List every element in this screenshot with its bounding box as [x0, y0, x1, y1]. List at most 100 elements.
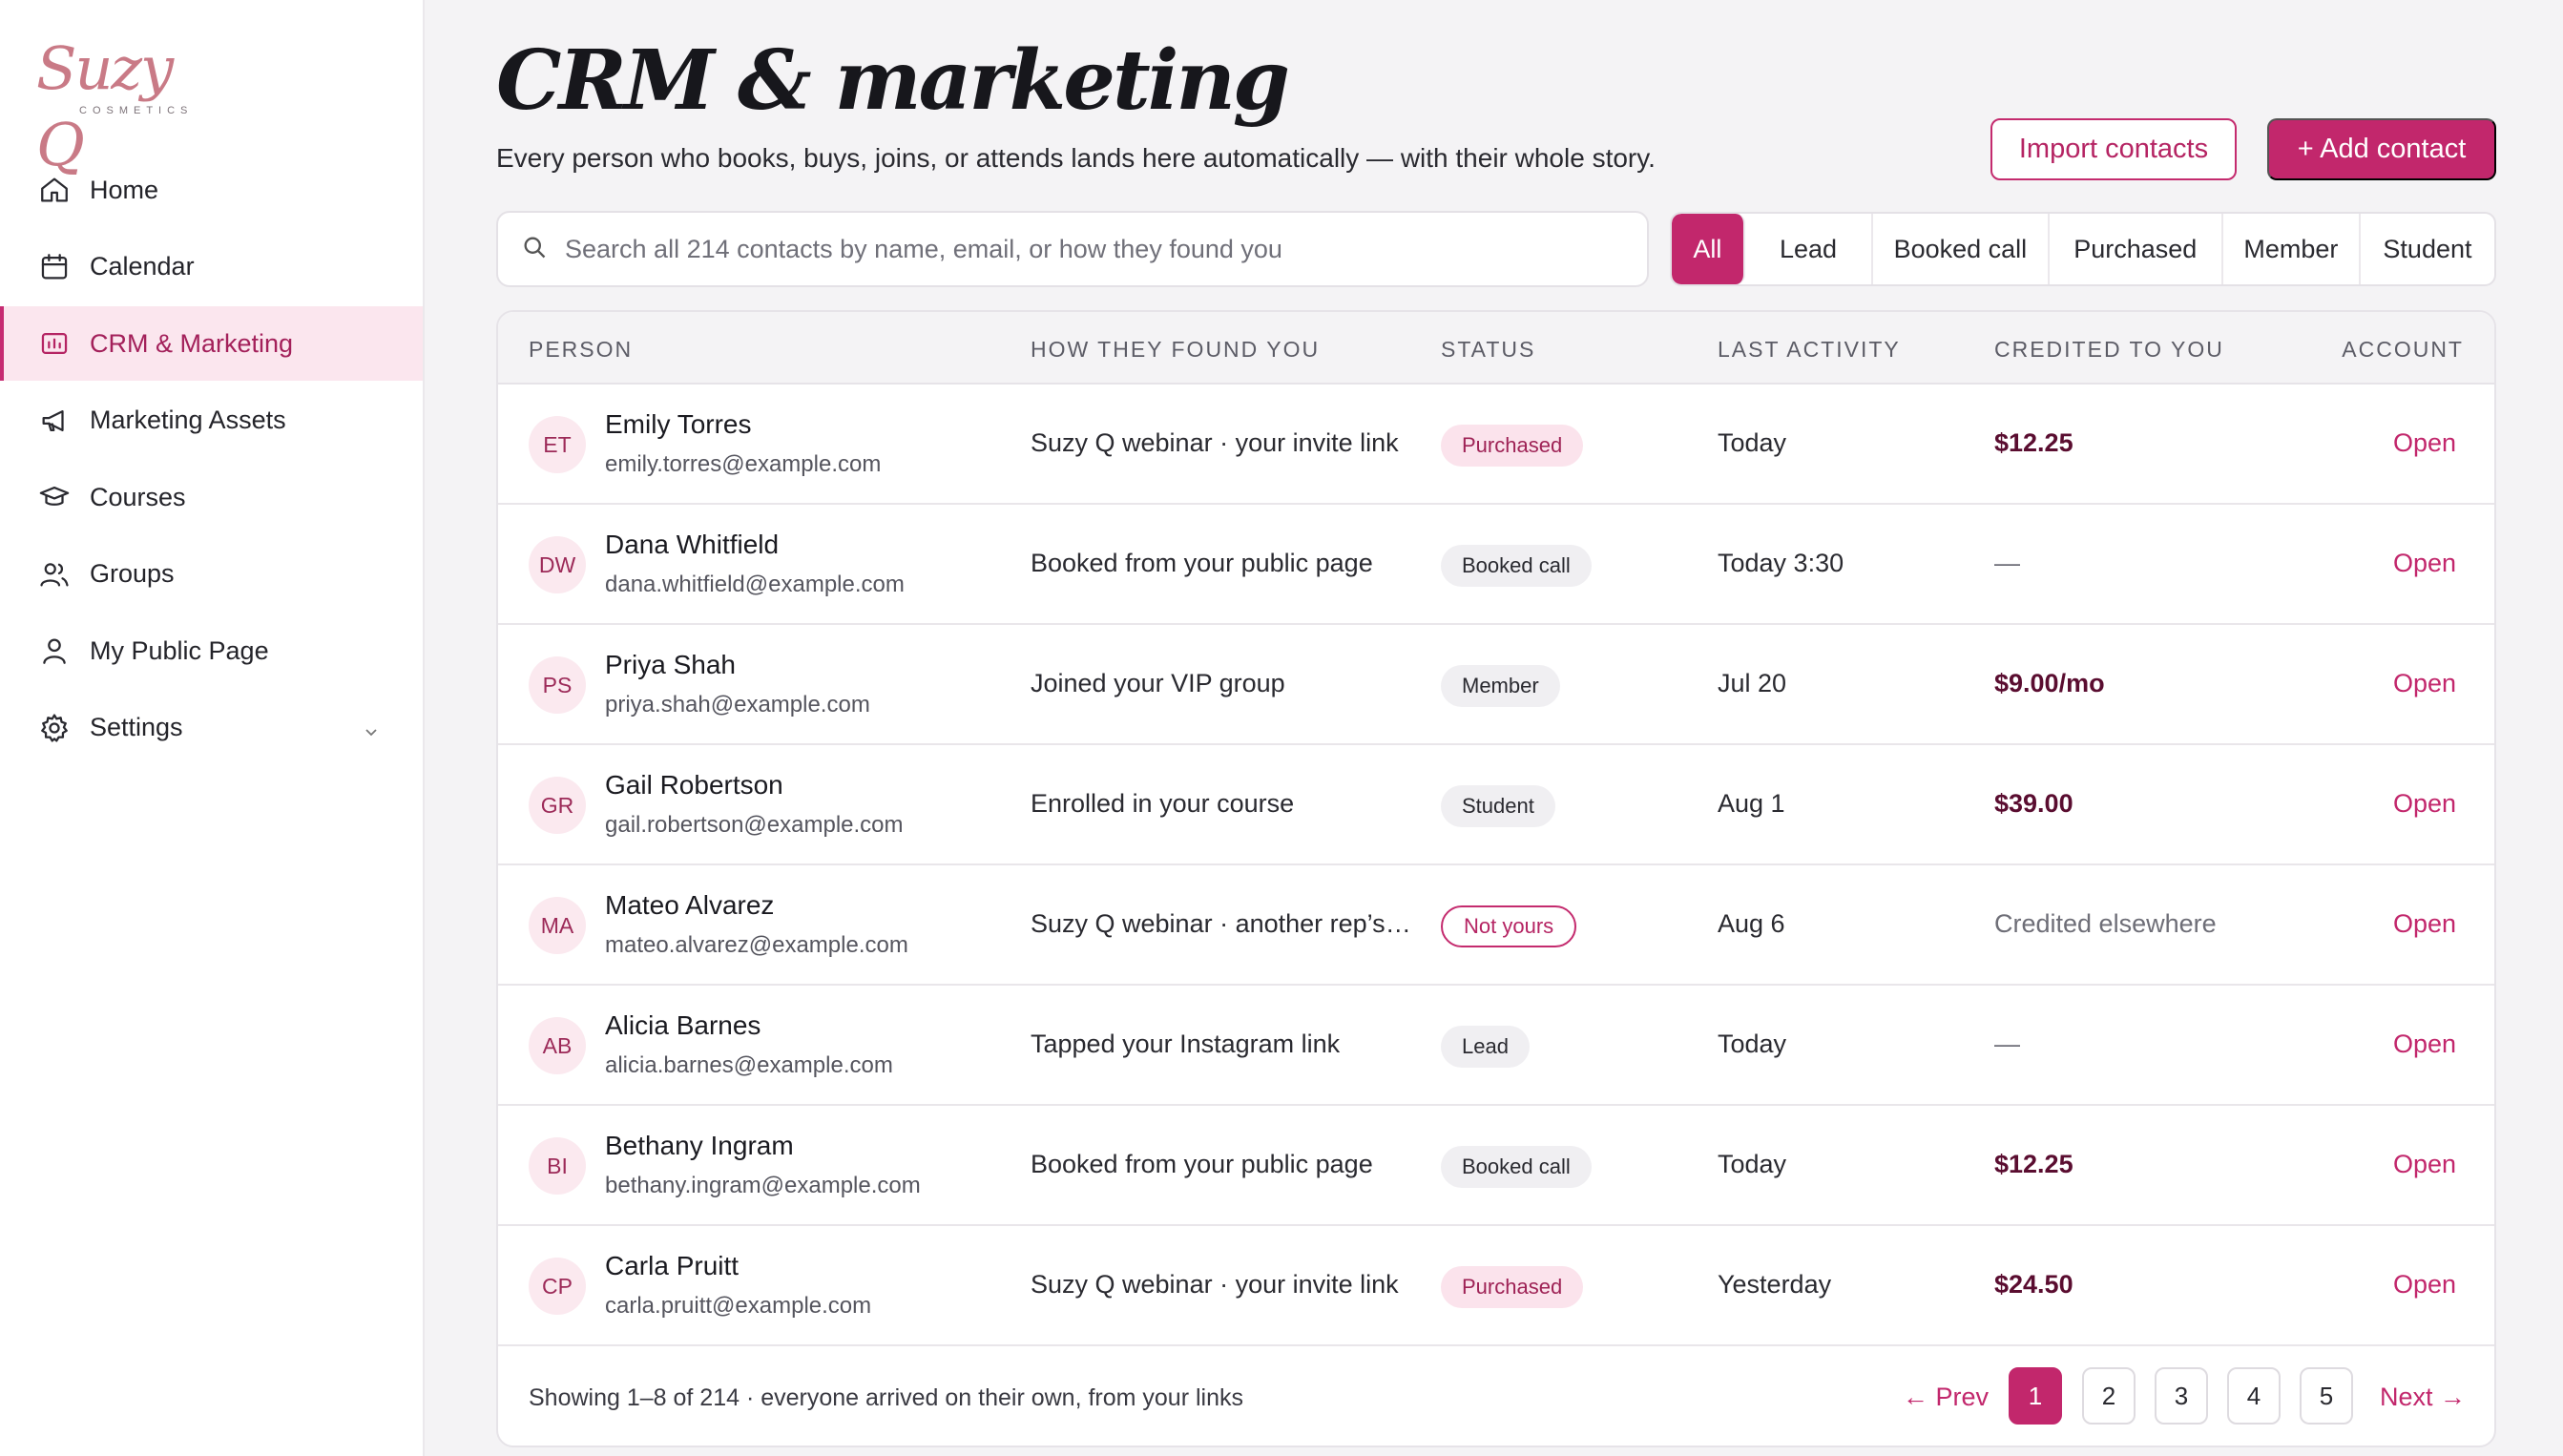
contact-email: emily.torres@example.com	[605, 451, 882, 477]
page-button-3[interactable]: 3	[2155, 1367, 2208, 1425]
home-icon	[38, 174, 71, 206]
last-activity: Today	[1718, 428, 1787, 457]
table-row[interactable]: BI Bethany Ingram bethany.ingram@example.c…	[498, 1106, 2494, 1226]
credited-amount: $24.50	[1994, 1270, 2073, 1299]
gear-icon	[38, 712, 71, 744]
status-badge: Purchased	[1441, 1266, 1584, 1308]
table-row[interactable]: CP Carla Pruitt carla.pruitt@example.com Su…	[498, 1226, 2494, 1346]
last-activity: Aug 6	[1718, 909, 1785, 938]
last-activity: Today	[1718, 1150, 1787, 1178]
sidebar-item-label: Groups	[90, 559, 175, 588]
open-account-link[interactable]: Open	[2393, 789, 2456, 819]
table-footer: Showing 1–8 of 214 · everyone arrived on…	[498, 1346, 2494, 1446]
found-source: Enrolled in your course	[1031, 789, 1295, 818]
last-activity: Yesterday	[1718, 1270, 1832, 1299]
filter-all[interactable]: All	[1672, 214, 1745, 284]
megaphone-icon	[38, 405, 71, 437]
page-button-5[interactable]: 5	[2300, 1367, 2353, 1425]
table-row[interactable]: PS Priya Shah priya.shah@example.com Joined…	[498, 625, 2494, 745]
open-account-link[interactable]: Open	[2393, 428, 2456, 458]
contact-name: Emily Torres	[605, 409, 752, 439]
contact-name: Bethany Ingram	[605, 1131, 794, 1160]
chevron-down-icon[interactable]	[362, 718, 381, 738]
contact-email: gail.robertson@example.com	[605, 812, 904, 838]
column-header-account[interactable]: ACCOUNT	[2342, 337, 2464, 363]
status-badge: Booked call	[1441, 1146, 1592, 1188]
sidebar-item-label: Courses	[90, 482, 186, 511]
credited-amount: —	[1994, 549, 2020, 577]
sidebar-item-settings[interactable]: Settings	[0, 691, 423, 765]
table-row[interactable]: DW Dana Whitfield dana.whitfield@example.c…	[498, 505, 2494, 625]
table-row[interactable]: MA Mateo Alvarez mateo.alvarez@example.com…	[498, 865, 2494, 986]
brand-logo[interactable]: Suzy Q COSMETICS	[36, 31, 227, 179]
open-account-link[interactable]: Open	[2393, 1030, 2456, 1059]
avatar: PS	[529, 656, 586, 714]
contact-email: dana.whitfield@example.com	[605, 572, 905, 597]
sidebar-item-calendar[interactable]: Calendar	[0, 230, 423, 304]
column-header-status[interactable]: STATUS	[1441, 337, 1535, 363]
found-source: Suzy Q webinar · your invite link	[1031, 1270, 1399, 1299]
sidebar-item-crm-marketing[interactable]: CRM & Marketing	[0, 306, 423, 381]
found-source: Suzy Q webinar · your invite link	[1031, 428, 1399, 457]
avatar: ET	[529, 416, 586, 473]
table-row[interactable]: AB Alicia Barnes alicia.barnes@example.com…	[498, 986, 2494, 1106]
table-row[interactable]: GR Gail Robertson gail.robertson@example.c…	[498, 745, 2494, 865]
page-button-4[interactable]: 4	[2227, 1367, 2281, 1425]
filter-student[interactable]: Student	[2361, 214, 2494, 284]
open-account-link[interactable]: Open	[2393, 1270, 2456, 1300]
sidebar-item-courses[interactable]: Courses	[0, 460, 423, 534]
sidebar-nav: Home Calendar CRM & Marketing Marketing Ass…	[0, 153, 423, 767]
found-source: Joined your VIP group	[1031, 669, 1285, 697]
table-row[interactable]: ET Emily Torres emily.torres@example.com Su…	[498, 385, 2494, 505]
contact-name: Alicia Barnes	[605, 1010, 761, 1040]
sidebar-item-label: Settings	[90, 713, 183, 741]
add-contact-button[interactable]: + Add contact	[2267, 118, 2496, 180]
column-header-activity[interactable]: LAST ACTIVITY	[1718, 337, 1901, 363]
chart-icon	[38, 327, 71, 360]
contact-name: Mateo Alvarez	[605, 890, 775, 920]
table-header: PERSON HOW THEY FOUND YOU STATUS LAST AC…	[498, 312, 2494, 385]
credited-amount: Credited elsewhere	[1994, 909, 2217, 938]
open-account-link[interactable]: Open	[2393, 909, 2456, 939]
filter-member[interactable]: Member	[2223, 214, 2361, 284]
credited-amount: $9.00/mo	[1994, 669, 2105, 697]
search-box[interactable]	[496, 211, 1649, 287]
search-icon	[521, 234, 565, 265]
contact-name: Priya Shah	[605, 650, 736, 679]
filter-booked-call[interactable]: Booked call	[1873, 214, 2050, 284]
search-input[interactable]	[565, 234, 1615, 264]
credited-amount: $12.25	[1994, 428, 2073, 457]
status-badge: Booked call	[1441, 545, 1592, 587]
status-badge: Member	[1441, 665, 1560, 707]
sidebar-item-home[interactable]: Home	[0, 153, 423, 227]
page-button-1[interactable]: 1	[2009, 1367, 2062, 1425]
contact-email: carla.pruitt@example.com	[605, 1293, 872, 1319]
open-account-link[interactable]: Open	[2393, 669, 2456, 698]
page-title: CRM & marketing	[496, 32, 1290, 129]
next-page-link[interactable]: Next →	[2380, 1383, 2466, 1412]
sidebar-item-my-public-page[interactable]: My Public Page	[0, 614, 423, 688]
page-subtitle: Every person who books, buys, joins, or …	[496, 143, 1656, 173]
open-account-link[interactable]: Open	[2393, 549, 2456, 578]
page-button-2[interactable]: 2	[2082, 1367, 2136, 1425]
sidebar-item-label: Home	[90, 175, 159, 204]
column-header-found[interactable]: HOW THEY FOUND YOU	[1031, 337, 1320, 363]
last-activity: Jul 20	[1718, 669, 1787, 697]
import-contacts-button[interactable]: Import contacts	[1990, 118, 2237, 180]
column-header-person[interactable]: PERSON	[529, 337, 633, 363]
filter-lead[interactable]: Lead	[1745, 214, 1874, 284]
status-filter-group: All Lead Booked call Purchased Member Student	[1670, 212, 2496, 286]
prev-page-link[interactable]: ← Prev	[1903, 1383, 1989, 1412]
column-header-credit[interactable]: CREDITED TO YOU	[1994, 337, 2224, 363]
filter-purchased[interactable]: Purchased	[2050, 214, 2223, 284]
status-badge: Lead	[1441, 1026, 1530, 1068]
graduation-cap-icon	[38, 481, 71, 513]
open-account-link[interactable]: Open	[2393, 1150, 2456, 1179]
sidebar-item-groups[interactable]: Groups	[0, 537, 423, 612]
contact-email: priya.shah@example.com	[605, 692, 870, 718]
showing-count: Showing 1–8 of 214 · everyone arrived on…	[529, 1384, 1243, 1411]
logo-subtitle: COSMETICS	[79, 105, 194, 116]
contact-name: Carla Pruitt	[605, 1251, 740, 1280]
last-activity: Today	[1718, 1030, 1787, 1058]
sidebar-item-marketing-assets[interactable]: Marketing Assets	[0, 384, 423, 458]
